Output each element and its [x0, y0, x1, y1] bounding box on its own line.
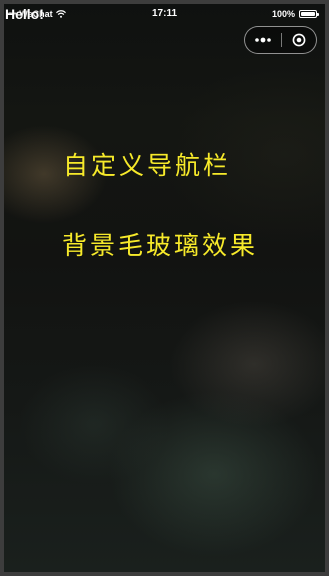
more-button[interactable] [245, 27, 281, 53]
status-bar: ••••• WeChat 17:11 100% [4, 4, 325, 24]
close-circle-icon [292, 33, 306, 47]
mini-program-capsule [244, 26, 317, 54]
frosted-glass-heading: 背景毛玻璃效果 [62, 231, 259, 260]
more-dots-icon [254, 37, 271, 43]
page-title: Hello! [5, 6, 44, 22]
battery-icon [299, 10, 319, 18]
battery-percentage: 100% [271, 9, 295, 19]
blurred-background: ••••• WeChat 17:11 100% Hello! 自定义导航栏 背景… [4, 4, 325, 572]
custom-nav-bar-heading: 自定义导航栏 [63, 151, 232, 180]
device-frame: ••••• WeChat 17:11 100% Hello! 自定义导航栏 背景… [0, 0, 329, 576]
status-right: 100% [271, 9, 319, 19]
close-button[interactable] [281, 27, 316, 53]
